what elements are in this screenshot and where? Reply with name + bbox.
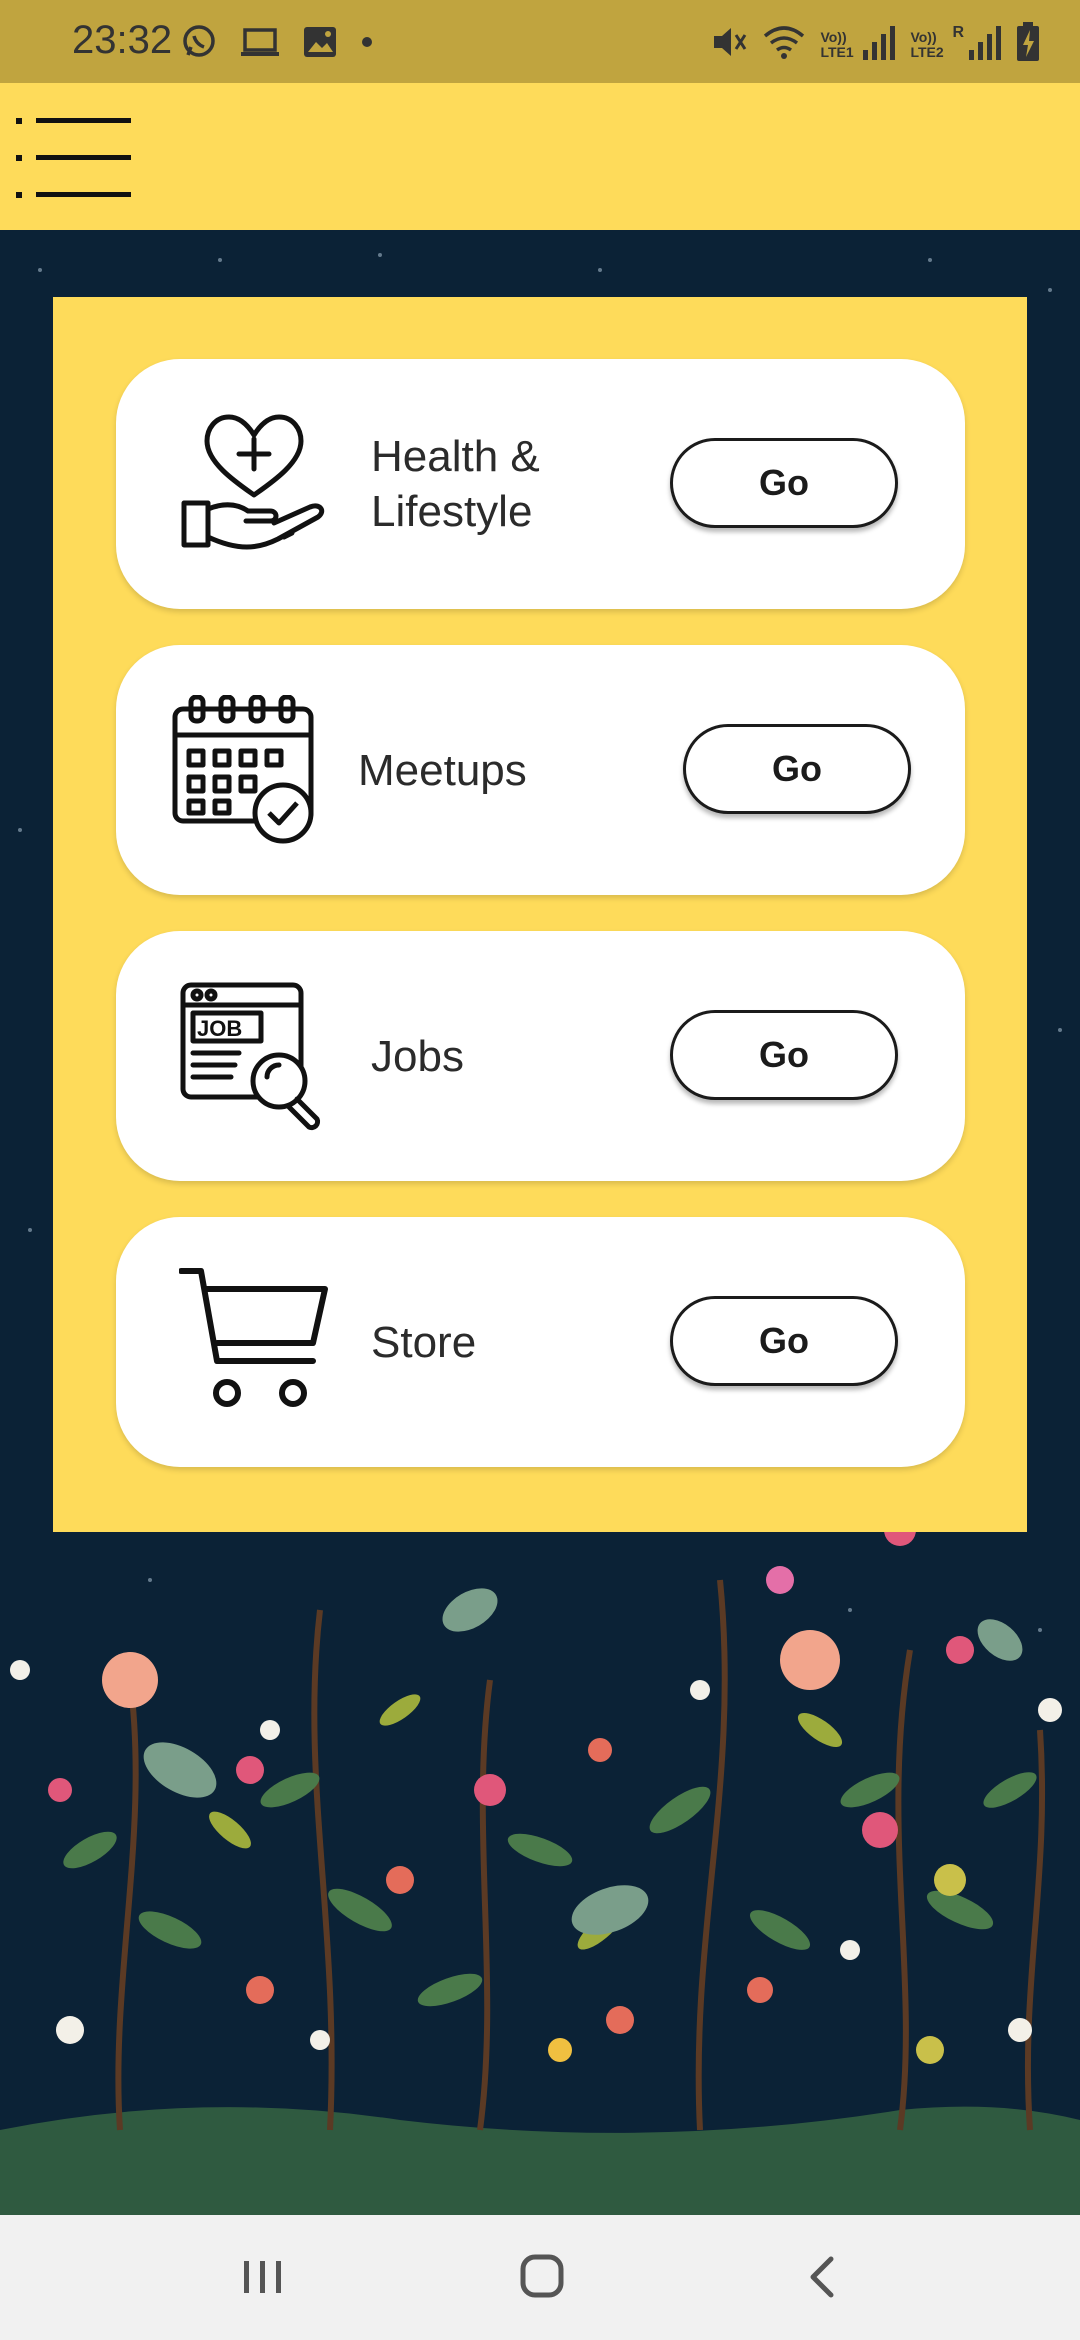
card-label-meetups: Meetups xyxy=(358,746,527,795)
go-button-health[interactable]: Go xyxy=(670,438,898,528)
list-menu-icon[interactable] xyxy=(16,115,131,201)
card-health-lifestyle: Health & Lifestyle Go xyxy=(116,359,965,609)
card-meetups: Meetups Go xyxy=(116,645,965,895)
go-button-jobs[interactable]: Go xyxy=(670,1010,898,1100)
recent-apps-icon[interactable] xyxy=(222,2247,302,2307)
mute-icon xyxy=(714,28,747,56)
system-nav-bar xyxy=(0,2215,1080,2340)
signal-bars-2 xyxy=(969,26,1001,60)
shopping-cart-icon xyxy=(179,1268,328,1407)
app-bar xyxy=(0,83,1080,230)
home-icon[interactable] xyxy=(503,2247,583,2307)
dot-icon xyxy=(362,37,372,47)
lte2-label: Vo)) LTE2 xyxy=(910,29,944,60)
card-store: Store Go xyxy=(116,1217,965,1467)
signal-lte2-icon: Vo)) LTE2 R xyxy=(910,24,1002,60)
go-button-store[interactable]: Go xyxy=(670,1296,898,1386)
back-icon[interactable] xyxy=(785,2247,865,2307)
card-label-health-line1: Health & xyxy=(371,432,540,481)
status-right-icons: Vo)) LTE1 Vo)) LTE2 R xyxy=(710,20,1040,64)
heart-hand-icon xyxy=(181,414,325,550)
card-label-jobs: Jobs xyxy=(371,1032,464,1081)
lte1-label: Vo)) LTE1 xyxy=(820,29,854,60)
card-jobs: JOB Jobs Go xyxy=(116,931,965,1181)
card-label-health: Health & Lifestyle xyxy=(371,429,540,539)
go-button-meetups[interactable]: Go xyxy=(683,724,911,814)
card-label-health-line2: Lifestyle xyxy=(371,487,533,536)
job-search-icon: JOB xyxy=(180,982,321,1131)
status-bar: 23:32 Vo)) LTE1 Vo)) LTE2 R xyxy=(0,0,1080,83)
wifi-icon xyxy=(764,26,805,59)
signal-bars-1 xyxy=(863,26,896,60)
roaming-label: R xyxy=(952,24,964,41)
svg-text:JOB: JOB xyxy=(197,1016,242,1041)
battery-charging-icon xyxy=(1017,22,1039,61)
menu-panel: Health & Lifestyle Go Meetups Go JOB Job… xyxy=(53,297,1027,1532)
gallery-icon xyxy=(304,27,336,57)
calendar-check-icon xyxy=(172,695,314,844)
signal-lte1-icon: Vo)) LTE1 xyxy=(820,24,896,60)
card-label-store: Store xyxy=(371,1318,477,1367)
whatsapp-icon xyxy=(183,25,215,57)
laptop-icon xyxy=(241,28,279,56)
status-time: 23:32 xyxy=(72,18,173,62)
status-left-icons xyxy=(180,22,374,62)
